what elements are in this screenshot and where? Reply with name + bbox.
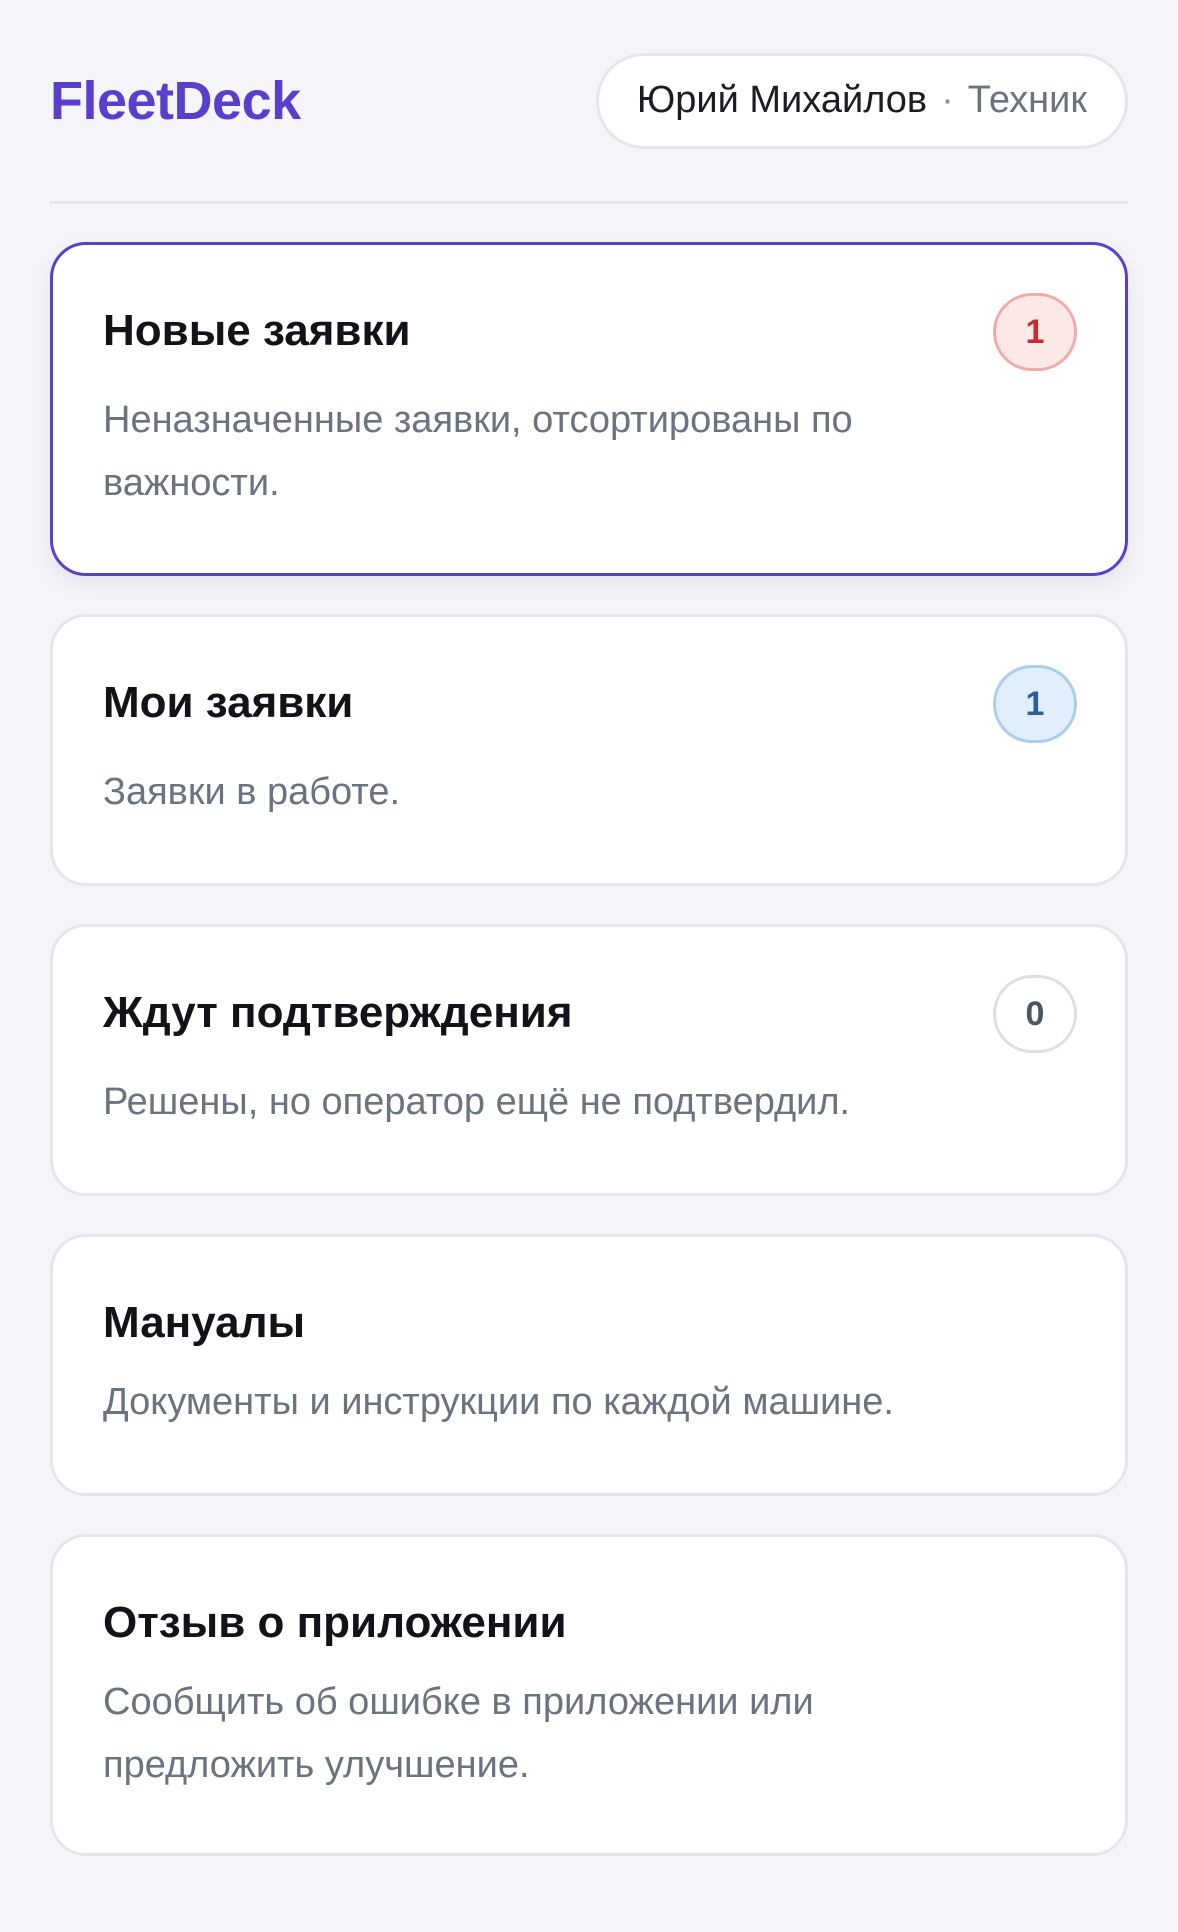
card-title: Мануалы [103,1298,306,1347]
card-description: Сообщить об ошибке в приложении или пред… [103,1681,814,1787]
card-description: Документы и инструкции по каждой машине. [103,1381,894,1424]
app-logo[interactable]: FleetDeck [50,70,301,132]
card-description: Решены, но оператор ещё не подтвердил. [103,1081,851,1124]
count-badge: 0 [993,975,1077,1053]
page: FleetDeck Юрий Михайлов · Техник Новые з… [0,0,1178,1932]
card-title: Отзыв о приложении [103,1598,567,1647]
header: FleetDeck Юрий Михайлов · Техник [50,0,1128,204]
card-description: Заявки в работе. [103,771,401,814]
card-title: Ждут подтверждения [103,988,573,1037]
card-title: Мои заявки [103,678,354,727]
count-badge: 1 [993,665,1077,743]
user-role: Техник [967,79,1087,121]
card-new-requests[interactable]: Новые заявки Неназначенные заявки, отсор… [50,242,1128,576]
card-awaiting-confirmation[interactable]: Ждут подтверждения Решены, но оператор е… [50,924,1128,1196]
card-my-requests[interactable]: Мои заявки Заявки в работе. 1 [50,614,1128,886]
card-manuals[interactable]: Мануалы Документы и инструкции по каждой… [50,1234,1128,1496]
user-profile-button[interactable]: Юрий Михайлов · Техник [595,52,1128,149]
card-description: Неназначенные заявки, отсортированы по в… [103,399,853,505]
menu-cards: Новые заявки Неназначенные заявки, отсор… [50,204,1128,1856]
user-name: Юрий Михайлов [636,79,928,121]
user-separator: · [941,79,954,121]
card-app-feedback[interactable]: Отзыв о приложении Сообщить об ошибке в … [50,1534,1128,1856]
card-title: Новые заявки [103,306,411,355]
count-badge: 1 [993,293,1077,371]
